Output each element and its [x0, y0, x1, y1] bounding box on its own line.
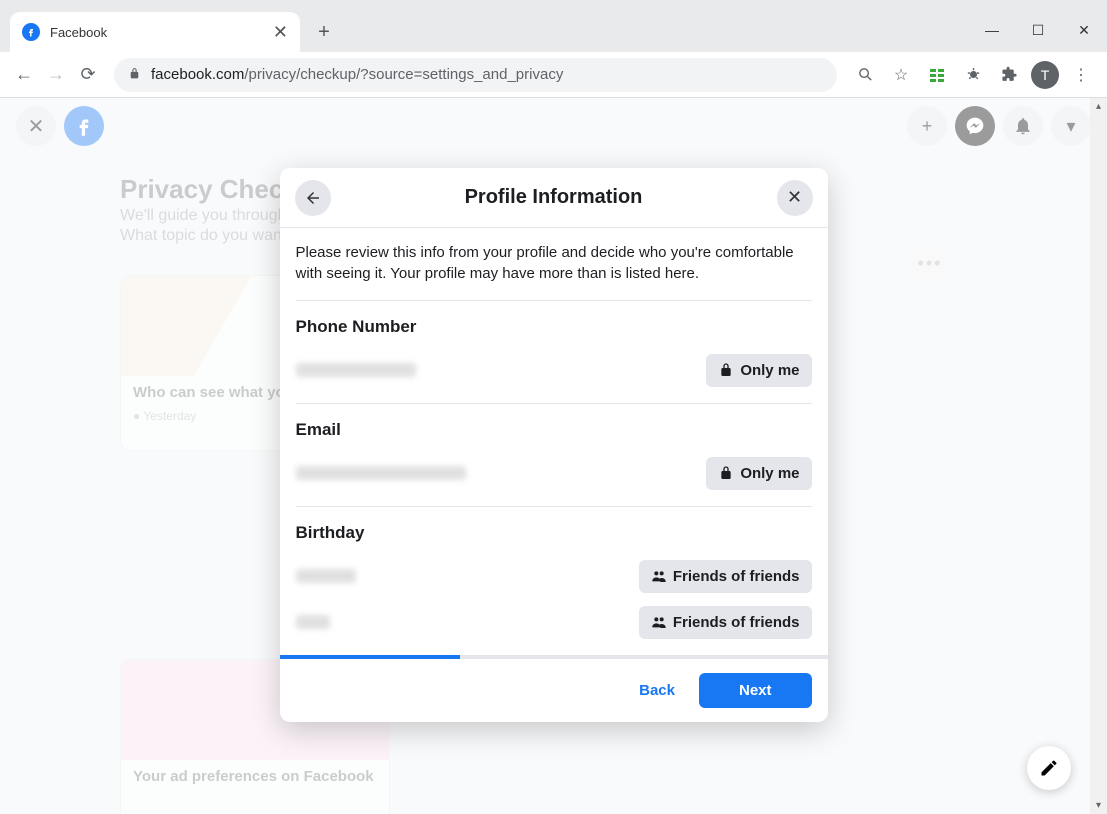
modal-intro-text: Please review this info from your profil…	[296, 242, 812, 301]
lock-icon	[128, 67, 141, 83]
lock-icon	[718, 465, 734, 481]
tab-title: Facebook	[50, 25, 273, 40]
extension-bug-icon[interactable]	[957, 59, 989, 91]
birthday-daymonth-audience-button[interactable]: Friends of friends	[639, 560, 812, 593]
window-maximize-button[interactable]: ☐	[1015, 12, 1061, 48]
audience-label: Only me	[740, 362, 799, 379]
modal-back-button[interactable]	[295, 180, 331, 216]
friends-of-friends-icon	[651, 614, 667, 630]
lock-icon	[718, 362, 734, 378]
next-button[interactable]: Next	[699, 673, 812, 708]
section-title: Birthday	[296, 523, 812, 543]
modal-close-button[interactable]: ✕	[777, 180, 813, 216]
section-birthday: Birthday Friends of friends	[296, 507, 812, 655]
section-title: Email	[296, 420, 812, 440]
email-row: Only me	[296, 454, 812, 492]
back-button[interactable]: Back	[623, 674, 691, 707]
page-scrollbar[interactable]: ▴ ▾	[1090, 98, 1107, 814]
modal-footer: Back Next	[280, 659, 828, 722]
profile-avatar[interactable]: T	[1029, 59, 1061, 91]
phone-row: Only me	[296, 351, 812, 389]
modal-header: Profile Information ✕	[280, 168, 828, 228]
audience-label: Friends of friends	[673, 568, 800, 585]
section-title: Phone Number	[296, 317, 812, 337]
window-close-button[interactable]: ✕	[1061, 12, 1107, 48]
window-minimize-button[interactable]: —	[969, 12, 1015, 48]
phone-audience-button[interactable]: Only me	[706, 354, 811, 387]
scroll-up-arrow[interactable]: ▴	[1090, 98, 1107, 115]
birthday-row-2: Friends of friends	[296, 603, 812, 641]
compose-fab[interactable]	[1027, 746, 1071, 790]
audience-label: Only me	[740, 465, 799, 482]
email-audience-button[interactable]: Only me	[706, 457, 811, 490]
browser-tab[interactable]: Facebook ✕	[10, 12, 300, 52]
url-bar[interactable]: facebook.com/privacy/checkup/?source=set…	[114, 58, 837, 92]
browser-reload-button[interactable]: ⟳	[72, 59, 104, 91]
section-phone-number: Phone Number Only me	[296, 301, 812, 404]
email-value-redacted	[296, 466, 466, 480]
page-content: ✕ + ▾ Privacy Checkup We'll guide you th…	[0, 98, 1107, 814]
birthday-day-month-redacted	[296, 569, 356, 583]
new-tab-button[interactable]: +	[308, 16, 340, 48]
chrome-menu-button[interactable]: ⋮	[1065, 59, 1097, 91]
zoom-icon[interactable]	[849, 59, 881, 91]
facebook-favicon	[22, 23, 40, 41]
scroll-down-arrow[interactable]: ▾	[1090, 797, 1107, 814]
birthday-row-1: Friends of friends	[296, 557, 812, 595]
modal-title: Profile Information	[465, 186, 643, 209]
browser-title-bar: Facebook ✕ + — ☐ ✕	[0, 0, 1107, 52]
profile-info-modal: Profile Information ✕ Please review this…	[280, 168, 828, 722]
bookmark-star-icon[interactable]: ☆	[885, 59, 917, 91]
extension-grid-icon[interactable]	[921, 59, 953, 91]
birthday-year-audience-button[interactable]: Friends of friends	[639, 606, 812, 639]
browser-toolbar: ← → ⟳ facebook.com/privacy/checkup/?sour…	[0, 52, 1107, 98]
tab-close-icon[interactable]: ✕	[273, 22, 288, 43]
extensions-puzzle-icon[interactable]	[993, 59, 1025, 91]
window-controls: — ☐ ✕	[969, 12, 1107, 52]
friends-of-friends-icon	[651, 568, 667, 584]
audience-label: Friends of friends	[673, 614, 800, 631]
browser-back-button[interactable]: ←	[8, 59, 40, 91]
browser-forward-button[interactable]: →	[40, 59, 72, 91]
birthday-year-redacted	[296, 615, 330, 629]
section-email: Email Only me	[296, 404, 812, 507]
phone-value-redacted	[296, 363, 416, 377]
url-text: facebook.com/privacy/checkup/?source=set…	[151, 66, 563, 83]
modal-body: Please review this info from your profil…	[280, 228, 828, 655]
